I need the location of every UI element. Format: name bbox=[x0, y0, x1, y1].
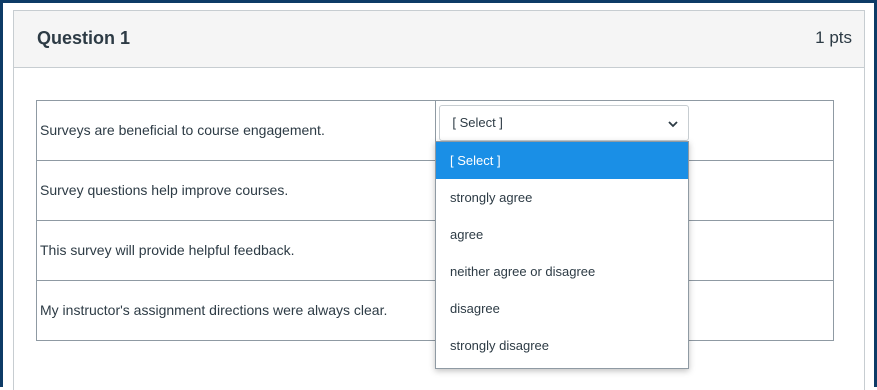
dropdown-option-neither[interactable]: neither agree or disagree bbox=[436, 253, 688, 290]
select-value: [ Select ] bbox=[452, 115, 503, 130]
answer-select[interactable]: [ Select ] bbox=[439, 105, 690, 141]
select-dropdown-list: [ Select ] strongly agree agree neither … bbox=[435, 141, 689, 369]
dropdown-option-select[interactable]: [ Select ] bbox=[436, 142, 688, 179]
question-points: 1 pts bbox=[815, 28, 852, 47]
dropdown-option-strongly-disagree[interactable]: strongly disagree bbox=[436, 327, 688, 364]
dropdown-option-disagree[interactable]: disagree bbox=[436, 290, 688, 327]
statement-text: Survey questions help improve courses. bbox=[35, 160, 437, 221]
dropdown-option-agree[interactable]: agree bbox=[436, 216, 688, 253]
chevron-down-icon bbox=[668, 121, 678, 128]
statement-text: This survey will provide helpful feedbac… bbox=[35, 220, 437, 281]
quiz-frame: Question 1 1 pts Surveys are beneficial … bbox=[0, 0, 877, 390]
question-header: Question 1 1 pts bbox=[14, 11, 864, 68]
question-title: Question 1 bbox=[37, 28, 131, 48]
statement-text: My instructor's assignment directions we… bbox=[35, 280, 437, 341]
dropdown-option-strongly-agree[interactable]: strongly agree bbox=[436, 179, 688, 216]
statement-text: Surveys are beneficial to course engagem… bbox=[35, 100, 437, 161]
